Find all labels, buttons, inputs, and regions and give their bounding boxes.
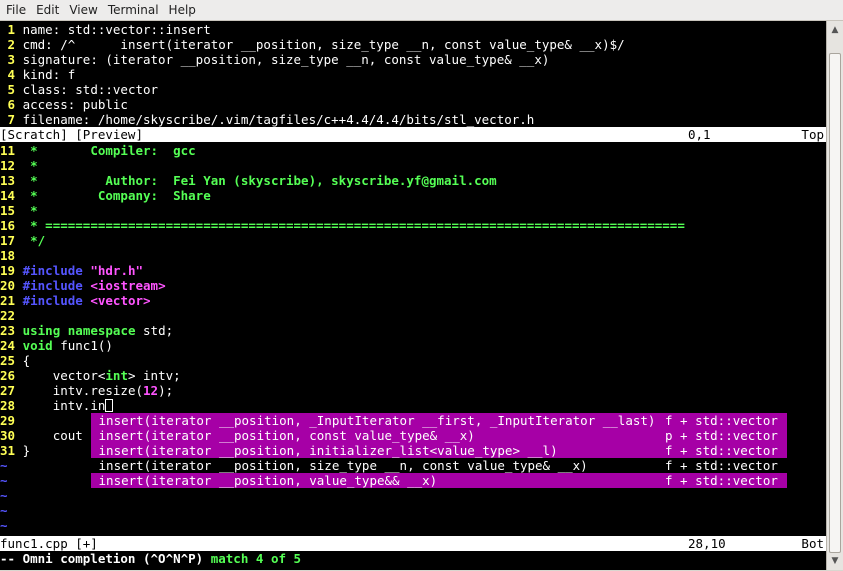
preview-line: 5 class: std::vector	[0, 82, 159, 97]
empty-line-marker: ~	[0, 518, 8, 533]
preview-status-line: [Scratch] [Preview] 0,1 Top	[0, 127, 826, 142]
preview-line: 4 kind: f	[0, 67, 76, 82]
preview-line: 7 filename: /home/skyscribe/.vim/tagfile…	[0, 112, 535, 127]
code-line: 14 * Company: Share	[0, 188, 211, 203]
file-status-line: func1.cpp [+] 28,10 Bot	[0, 536, 826, 551]
completion-mode-label: -- Omni completion (^O^N^P)	[0, 551, 204, 566]
code-line: 28 intv.in	[0, 398, 114, 413]
menu-view[interactable]: View	[64, 0, 102, 20]
scroll-down-icon[interactable]: ▼	[829, 555, 841, 567]
vertical-scrollbar[interactable]: ▲ ▼	[826, 21, 843, 570]
code-line: 17 */	[0, 233, 46, 248]
completion-item[interactable]: insert(iterator __position, _InputIterat…	[91, 413, 787, 428]
code-line: 30 cout	[0, 428, 83, 443]
code-line: 13 * Author: Fei Yan (skyscribe), skyscr…	[0, 173, 497, 188]
code-line: 25 {	[0, 353, 31, 368]
menu-file[interactable]: File	[0, 0, 31, 20]
match-counter: match 4 of 5	[210, 551, 302, 566]
preview-scroll-pos: Top	[801, 127, 824, 142]
empty-line-marker: ~	[0, 488, 8, 503]
code-line: 16 * ===================================…	[0, 218, 685, 233]
code-line: 21 #include <vector>	[0, 293, 151, 308]
completion-item[interactable]: insert(iterator __position, initializer_…	[91, 443, 787, 458]
code-line: 29	[0, 413, 16, 428]
preview-line: 3 signature: (iterator __position, size_…	[0, 52, 550, 67]
code-line: 20 #include <iostream>	[0, 278, 166, 293]
code-line: 26 vector<int> intv;	[0, 368, 181, 383]
preview-line: 1 name: std::vector::insert	[0, 22, 211, 37]
code-line: 11 * Compiler: gcc	[0, 143, 196, 158]
code-line: 24 void func1()	[0, 338, 113, 353]
code-line: 27 intv.resize(12);	[0, 383, 174, 398]
empty-line-marker: ~	[0, 473, 8, 488]
code-line: 22	[0, 308, 16, 323]
code-line: 19 #include "hdr.h"	[0, 263, 144, 278]
text-cursor	[105, 399, 114, 412]
menu-edit[interactable]: Edit	[31, 0, 64, 20]
completion-item[interactable]: insert(iterator __position, const value_…	[91, 428, 787, 443]
code-line: 12 *	[0, 158, 38, 173]
code-line: 31 }	[0, 443, 31, 458]
completion-item[interactable]: insert(iterator __position, value_type&&…	[91, 473, 787, 488]
code-line: 15 *	[0, 203, 38, 218]
menu-bar: File Edit View Terminal Help	[0, 0, 843, 21]
empty-line-marker: ~	[0, 458, 8, 473]
menu-terminal[interactable]: Terminal	[103, 0, 164, 20]
command-line-message: -- Omni completion (^O^N^P) match 4 of 5	[0, 551, 826, 566]
scroll-up-icon[interactable]: ▲	[829, 24, 841, 36]
code-line: 23 using namespace std;	[0, 323, 174, 338]
file-cursor-pos: 28,10	[688, 536, 726, 551]
file-scroll-pos: Bot	[801, 536, 824, 551]
completion-item-selected[interactable]: insert(iterator __position, size_type __…	[91, 458, 787, 473]
code-line: 18	[0, 248, 16, 263]
file-buffer-name: func1.cpp [+]	[0, 536, 98, 551]
terminal-area[interactable]: 1 name: std::vector::insert 2 cmd: /^ in…	[0, 21, 826, 570]
preview-buffer-name: [Scratch] [Preview]	[0, 127, 143, 142]
preview-cursor-pos: 0,1	[688, 127, 711, 142]
scrollbar-thumb[interactable]	[829, 53, 841, 553]
empty-line-marker: ~	[0, 503, 8, 518]
menu-help[interactable]: Help	[164, 0, 201, 20]
preview-line: 2 cmd: /^ insert(iterator __position, si…	[0, 37, 625, 52]
preview-line: 6 access: public	[0, 97, 128, 112]
